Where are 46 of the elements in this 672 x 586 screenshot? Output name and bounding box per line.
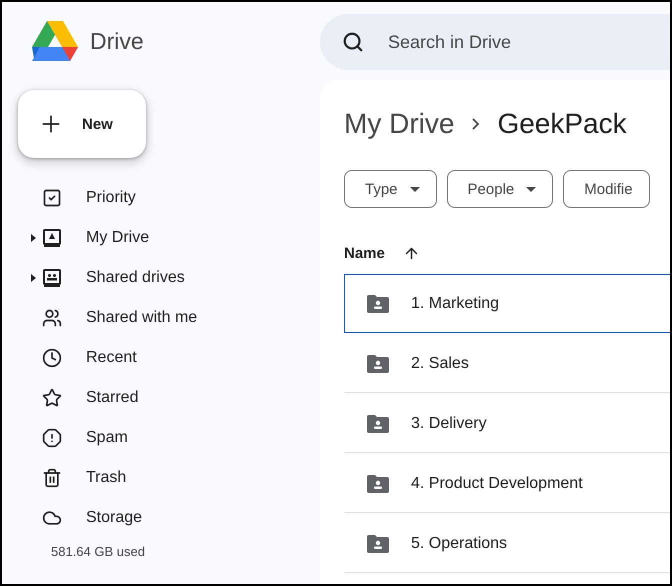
shared-folder-icon [367,354,389,372]
sidebar-item[interactable]: Starred [86,389,138,407]
drive-icon [40,228,64,248]
new-button[interactable]: New [18,90,146,158]
shared-folder-icon [367,294,389,312]
search-bar[interactable]: Search in Drive [320,14,670,70]
app-name: Drive [90,28,144,54]
sidebar-item[interactable]: Spam [86,429,128,447]
folder-row[interactable]: 5. Operations [344,514,670,573]
breadcrumb-item[interactable]: My Drive [344,108,454,140]
drive-logo-icon [32,21,78,61]
filter-chip[interactable]: Type [344,170,437,208]
sidebar-item[interactable]: Recent [86,349,137,367]
folder-row[interactable]: 3. Delivery [344,394,670,453]
folder-name: 5. Operations [411,534,508,552]
folder-row[interactable]: 4. Product Development [344,454,670,513]
folder-name: 1. Marketing [411,294,500,312]
sidebar-item[interactable]: Priority [86,189,136,207]
search-input[interactable]: Search in Drive [386,30,640,54]
filter-chip[interactable]: Modifie [563,170,650,208]
expand-arrow-icon[interactable] [31,234,36,242]
sidebar-item[interactable]: Shared drives [86,269,185,287]
shared-folder-icon [367,414,389,432]
folder-row[interactable]: 2. Sales [344,334,670,393]
shared-folder-icon [367,474,389,492]
sidebar-item[interactable]: Trash [86,469,126,487]
alert-icon [40,428,64,448]
filter-chip[interactable]: People [446,170,554,208]
shared-drive-icon [40,268,64,288]
people-icon [40,308,64,328]
expand-arrow-icon[interactable] [31,274,36,282]
star-icon [40,388,64,408]
storage-used-text: 581.64 GB used [51,544,145,559]
folder-name: 3. Delivery [411,414,487,432]
chevron-right-icon [472,118,480,130]
breadcrumb-item[interactable]: GeekPack [497,108,627,140]
sidebar-item[interactable]: Storage [86,509,142,527]
folder-name: 2. Sales [411,354,469,372]
folder-row[interactable]: 1. Marketing [344,274,670,333]
sidebar-item[interactable]: My Drive [86,229,150,247]
column-header[interactable]: Name [344,244,385,262]
folder-name: 4. Product Development [411,474,583,492]
sidebar-item[interactable]: Shared with me [86,309,198,327]
clock-icon [40,348,64,368]
shared-folder-icon [367,534,389,552]
search-icon [342,31,364,53]
